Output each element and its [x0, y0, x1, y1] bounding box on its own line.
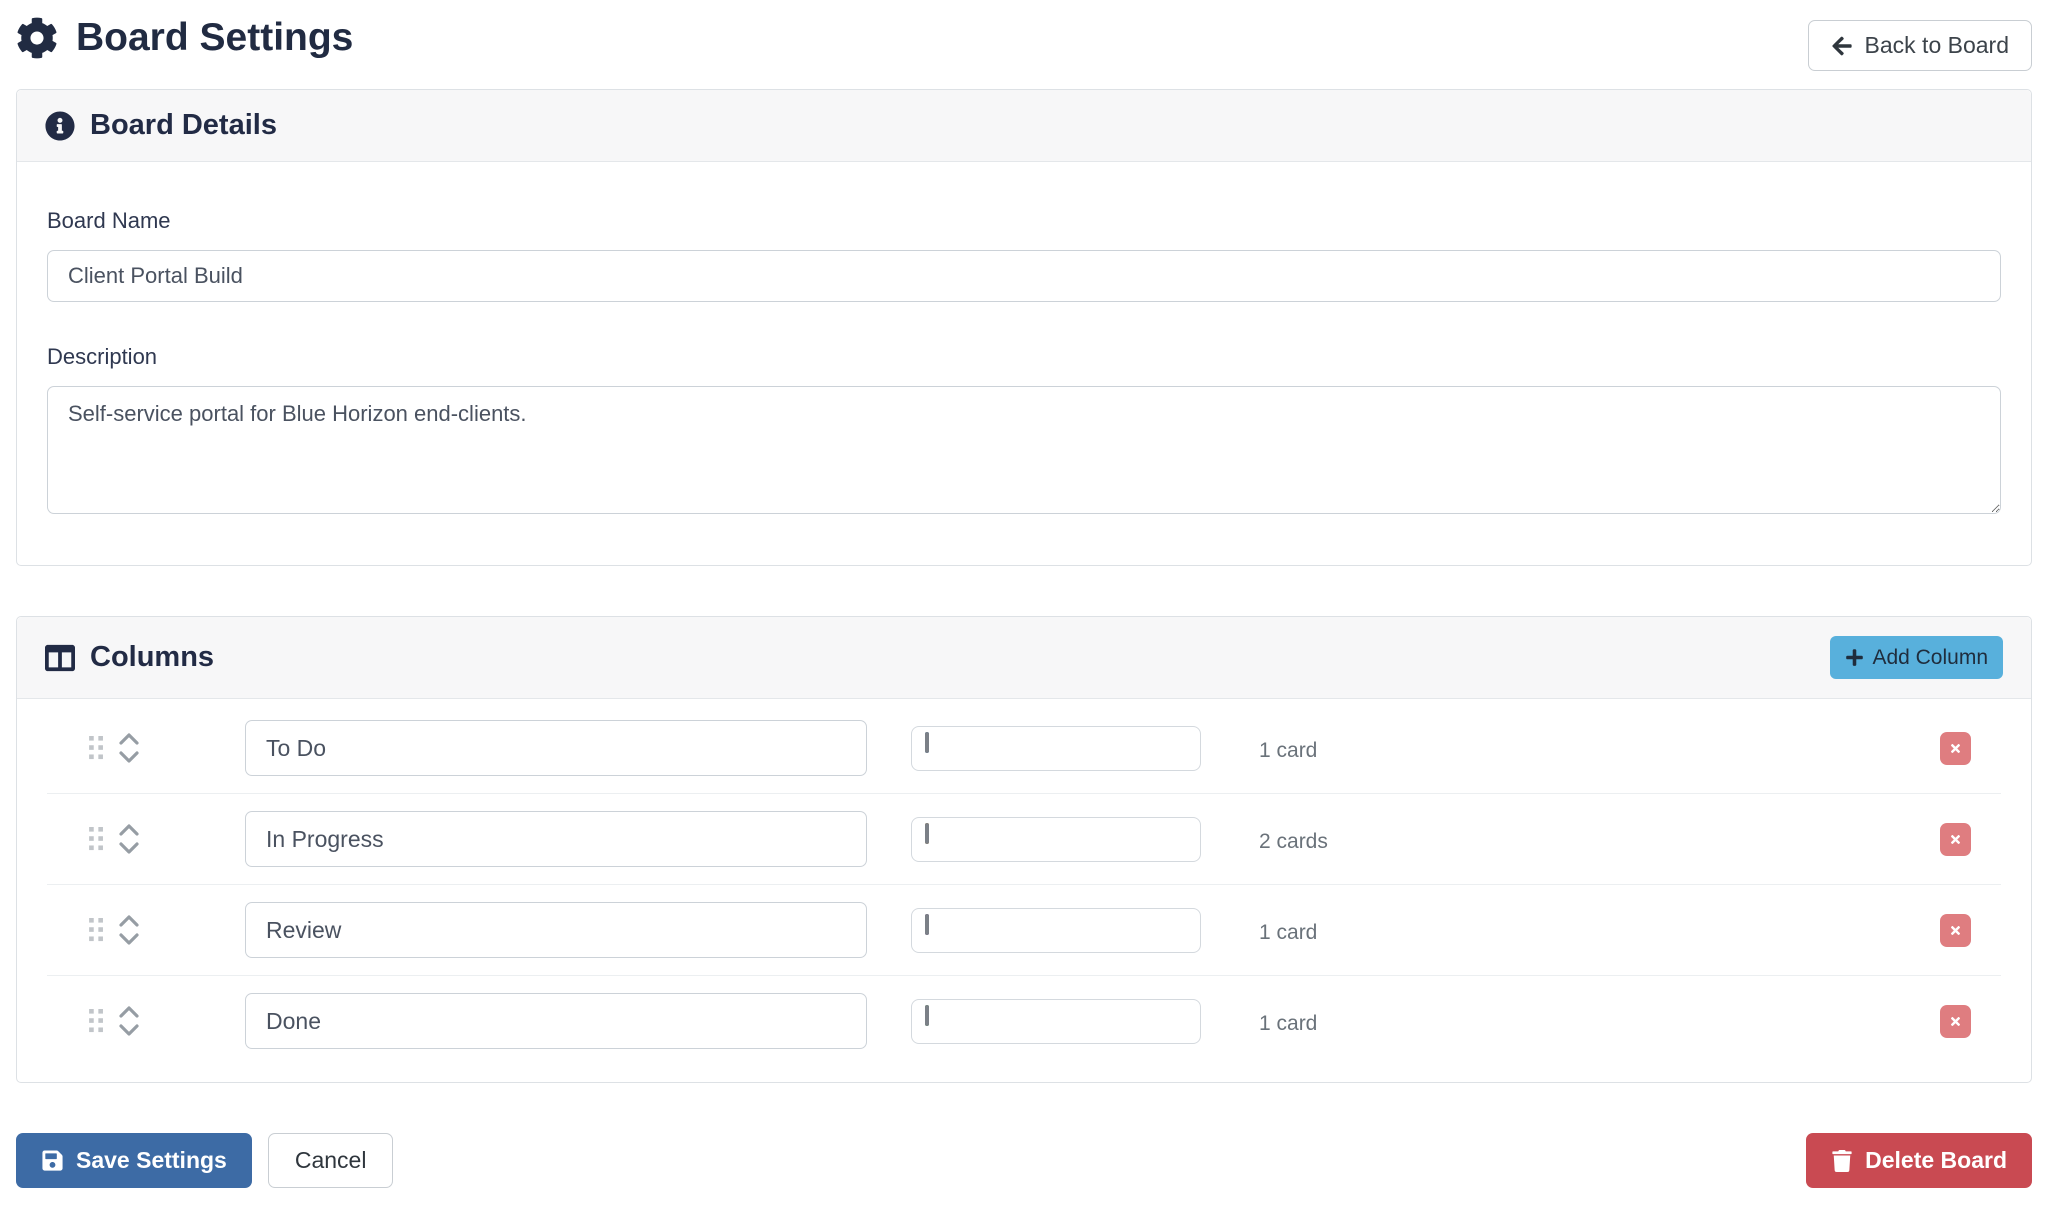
- column-row: 1 card: [47, 885, 2001, 976]
- add-column-label: Add Column: [1872, 647, 1988, 668]
- board-details-body: Board Name Description Self-service port…: [17, 162, 2031, 565]
- columns-title-text: Columns: [90, 641, 214, 674]
- save-settings-button[interactable]: Save Settings: [16, 1133, 252, 1188]
- back-to-board-label: Back to Board: [1865, 34, 2009, 57]
- page-header: Board Settings Back to Board: [16, 12, 2032, 71]
- columns-card: Columns Add Column 1 card: [16, 616, 2032, 1083]
- board-details-header: Board Details: [17, 90, 2031, 162]
- cancel-button[interactable]: Cancel: [268, 1133, 394, 1188]
- drag-handle-icon[interactable]: [89, 736, 104, 760]
- row-handles: [47, 1005, 217, 1037]
- card-count-label: 1 card: [1259, 1006, 1317, 1036]
- drag-handle-icon[interactable]: [89, 918, 104, 942]
- column-row: 2 cards: [47, 794, 2001, 885]
- x-icon: [1949, 742, 1962, 755]
- column-name-input[interactable]: [245, 720, 867, 776]
- column-row: 1 card: [47, 703, 2001, 794]
- column-color-swatch: [925, 1005, 929, 1026]
- gear-icon: [16, 17, 58, 59]
- reorder-arrows-icon[interactable]: [117, 914, 141, 946]
- footer-actions: Save Settings Cancel Delete Board: [16, 1133, 2032, 1188]
- column-color-picker[interactable]: [911, 908, 1201, 953]
- column-color-swatch: [925, 732, 929, 753]
- arrow-left-icon: [1831, 35, 1853, 57]
- save-settings-label: Save Settings: [76, 1149, 227, 1172]
- column-name-input[interactable]: [245, 811, 867, 867]
- board-details-title: Board Details: [45, 109, 277, 142]
- column-name-input[interactable]: [245, 902, 867, 958]
- trash-icon: [1831, 1150, 1853, 1172]
- column-color-swatch: [925, 914, 929, 935]
- columns-title: Columns: [45, 641, 214, 674]
- add-column-button[interactable]: Add Column: [1830, 636, 2003, 679]
- save-icon: [41, 1149, 64, 1172]
- row-handles: [47, 914, 217, 946]
- info-circle-icon: [45, 111, 75, 141]
- delete-column-button[interactable]: [1940, 732, 1971, 765]
- row-handles: [47, 823, 217, 855]
- x-icon: [1949, 833, 1962, 846]
- reorder-arrows-icon[interactable]: [117, 732, 141, 764]
- delete-column-button[interactable]: [1940, 1005, 1971, 1038]
- card-count-label: 2 cards: [1259, 824, 1328, 854]
- description-group: Description Self-service portal for Blue…: [47, 344, 2001, 519]
- x-icon: [1949, 924, 1962, 937]
- board-name-input[interactable]: [47, 250, 2001, 302]
- reorder-arrows-icon[interactable]: [117, 1005, 141, 1037]
- column-name-input[interactable]: [245, 993, 867, 1049]
- description-label: Description: [47, 344, 2001, 370]
- x-icon: [1949, 1015, 1962, 1028]
- card-count-label: 1 card: [1259, 733, 1317, 763]
- board-name-group: Board Name: [47, 208, 2001, 302]
- board-details-title-text: Board Details: [90, 109, 277, 142]
- drag-handle-icon[interactable]: [89, 1009, 104, 1033]
- card-count-label: 1 card: [1259, 915, 1317, 945]
- columns-header: Columns Add Column: [17, 617, 2031, 699]
- drag-handle-icon[interactable]: [89, 827, 104, 851]
- column-row: 1 card: [47, 976, 2001, 1066]
- page-title-text: Board Settings: [76, 16, 353, 60]
- column-color-picker[interactable]: [911, 999, 1201, 1044]
- column-color-swatch: [925, 823, 929, 844]
- columns-icon: [45, 643, 75, 673]
- delete-column-button[interactable]: [1940, 823, 1971, 856]
- board-details-card: Board Details Board Name Description Sel…: [16, 89, 2032, 566]
- plus-icon: [1845, 648, 1864, 667]
- row-handles: [47, 732, 217, 764]
- board-name-label: Board Name: [47, 208, 2001, 234]
- reorder-arrows-icon[interactable]: [117, 823, 141, 855]
- back-to-board-button[interactable]: Back to Board: [1808, 20, 2032, 71]
- description-textarea[interactable]: Self-service portal for Blue Horizon end…: [47, 386, 2001, 514]
- delete-column-button[interactable]: [1940, 914, 1971, 947]
- delete-board-button[interactable]: Delete Board: [1806, 1133, 2032, 1188]
- page-title: Board Settings: [16, 12, 353, 60]
- column-color-picker[interactable]: [911, 817, 1201, 862]
- delete-board-label: Delete Board: [1865, 1149, 2007, 1172]
- column-rows: 1 card 2 cards: [17, 699, 2031, 1082]
- column-color-picker[interactable]: [911, 726, 1201, 771]
- cancel-label: Cancel: [295, 1149, 367, 1172]
- board-settings-page: Board Settings Back to Board Board Detai…: [0, 0, 2048, 1212]
